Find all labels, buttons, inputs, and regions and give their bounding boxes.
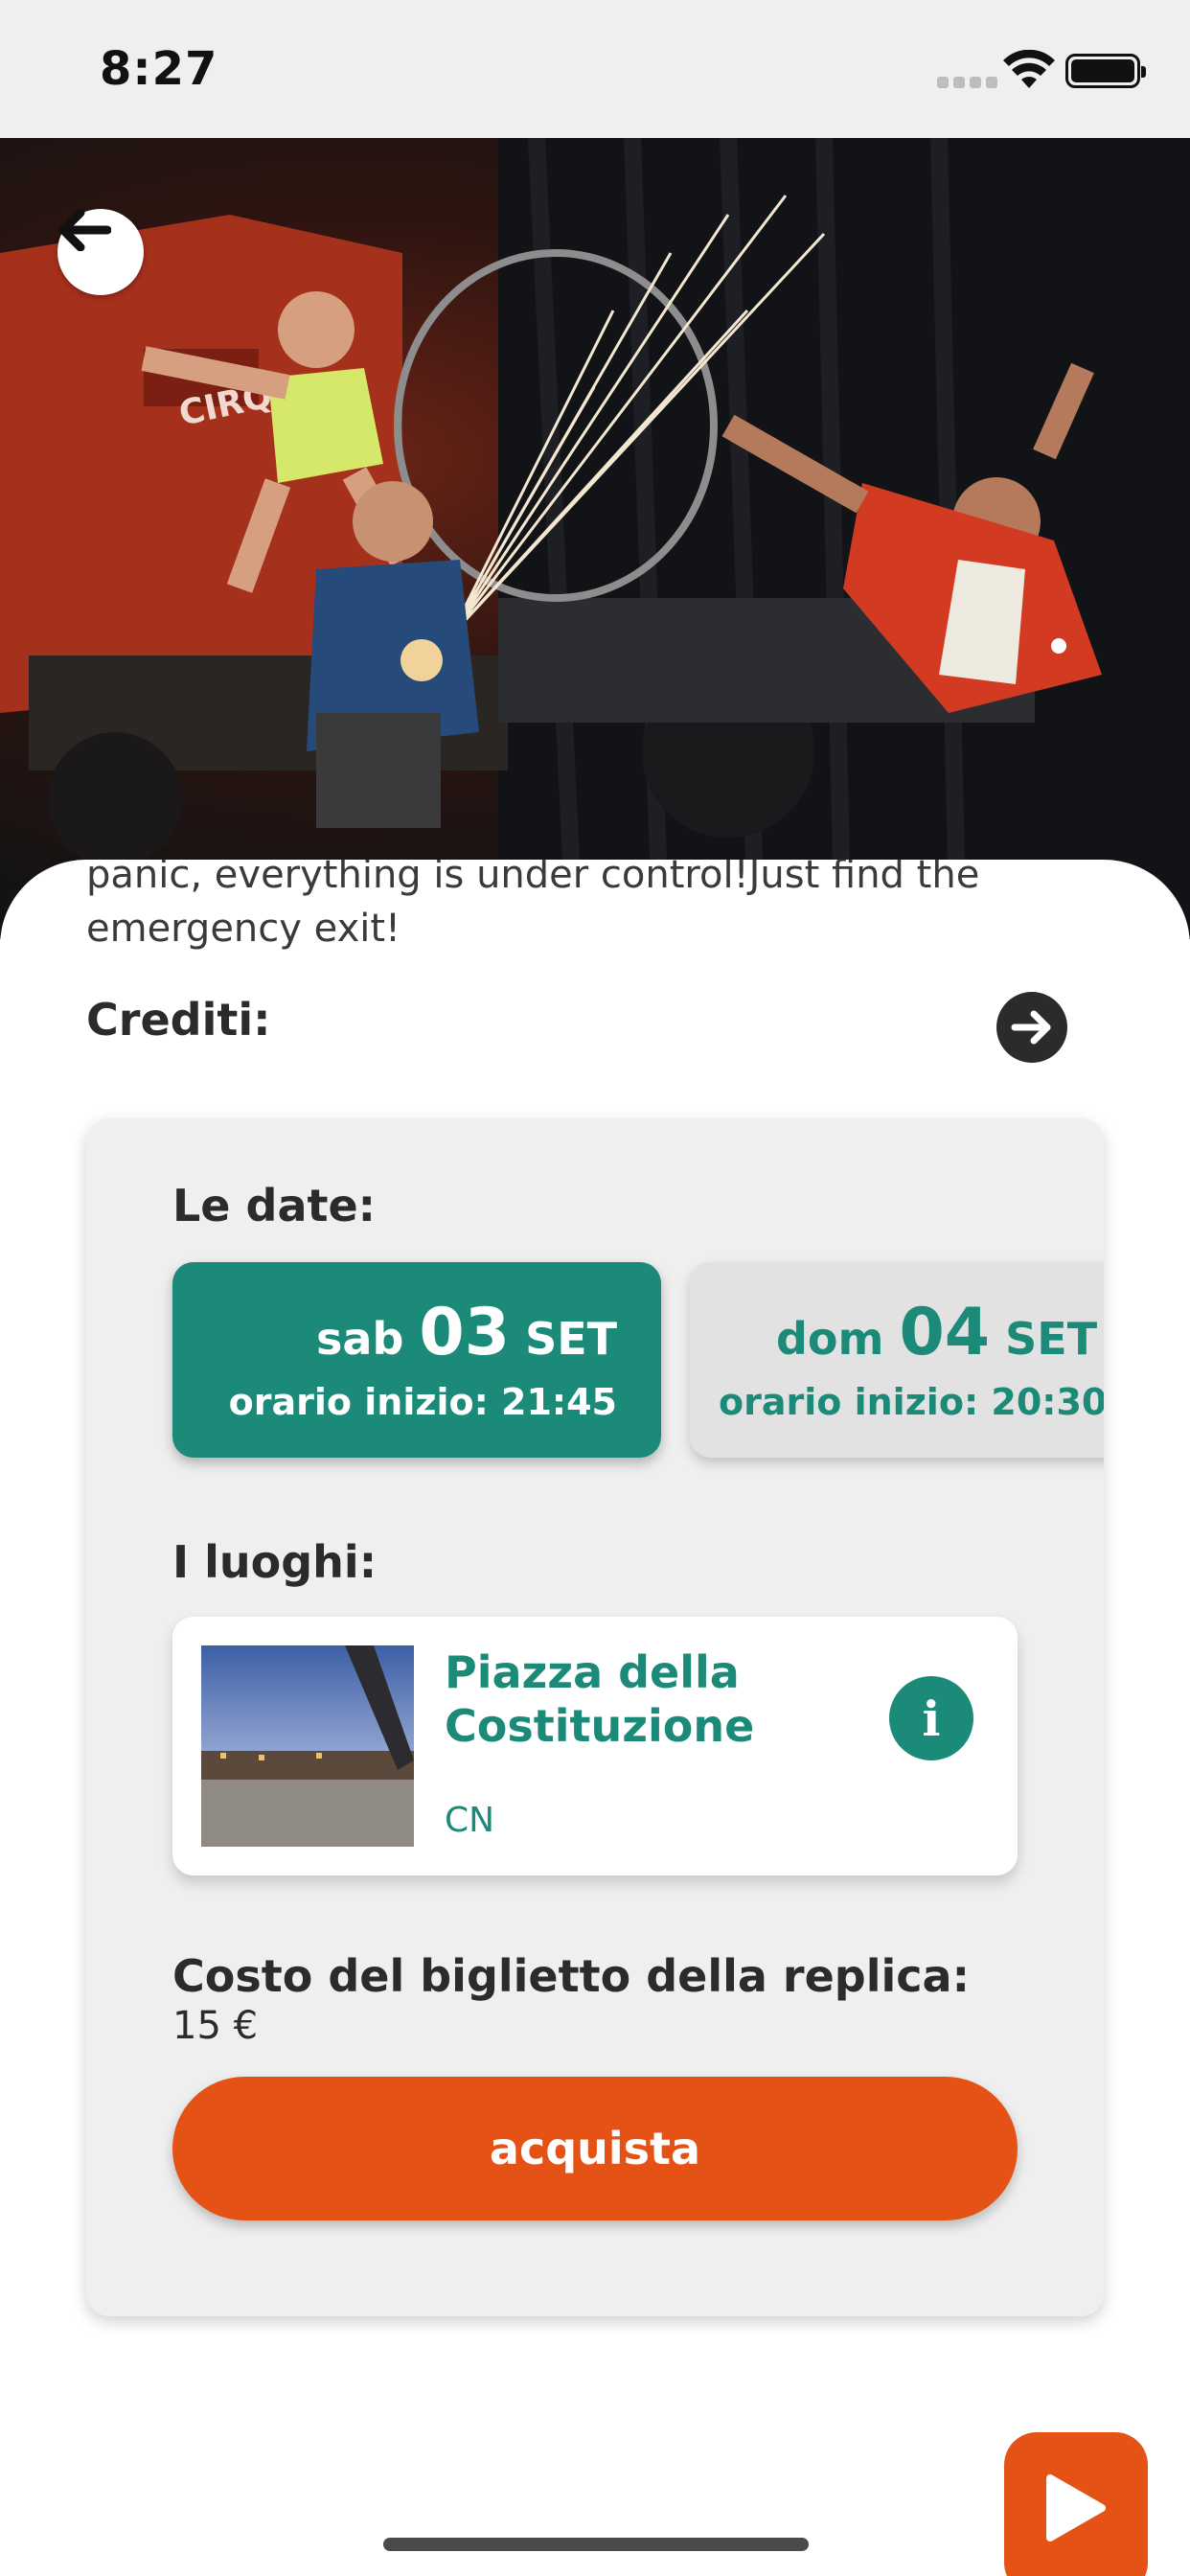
home-indicator bbox=[383, 2538, 809, 2551]
dates-label: Le date: bbox=[172, 1180, 377, 1231]
start-time: 20:30 bbox=[991, 1381, 1104, 1423]
date-month: SET bbox=[1005, 1313, 1098, 1365]
start-time-label: orario inizio: bbox=[719, 1381, 979, 1423]
battery-icon bbox=[1065, 54, 1146, 88]
buy-button[interactable]: acquista bbox=[172, 2077, 1018, 2220]
description-text: panic, everything is under control!Just … bbox=[86, 860, 980, 951]
hero-image: CIRQU bbox=[0, 138, 1190, 939]
arrow-right-icon bbox=[1011, 1010, 1051, 1045]
place-province: CN bbox=[445, 1801, 495, 1840]
back-button[interactable] bbox=[57, 209, 144, 295]
ticket-cost-label: Costo del biglietto della replica: bbox=[172, 1950, 970, 2002]
places-label: I luoghi: bbox=[172, 1536, 378, 1588]
place-card[interactable]: Piazza della Costituzione CN i bbox=[172, 1617, 1018, 1875]
start-time-label: orario inizio: bbox=[228, 1381, 489, 1423]
status-time: 8:27 bbox=[100, 42, 218, 96]
date-day: 03 bbox=[419, 1295, 511, 1370]
date-chip-selected[interactable]: sab 03 SET orario inizio: 21:45 bbox=[172, 1262, 661, 1458]
show-details-card: Le date: sab 03 SET orario inizio: 21:45… bbox=[86, 1118, 1104, 2316]
back-arrow-icon bbox=[58, 209, 111, 251]
date-month: SET bbox=[525, 1313, 617, 1365]
signal-icon bbox=[937, 77, 997, 88]
info-icon: i bbox=[922, 1690, 941, 1747]
status-bar: 8:27 bbox=[0, 0, 1190, 138]
date-chip[interactable]: dom 04 SET orario inizio: 20:30 bbox=[690, 1262, 1104, 1458]
play-icon bbox=[1046, 2474, 1106, 2542]
play-button[interactable] bbox=[1004, 2432, 1148, 2576]
ticket-price: 15 € bbox=[172, 2004, 259, 2048]
place-thumbnail bbox=[201, 1645, 414, 1847]
date-day: 04 bbox=[899, 1295, 991, 1370]
credits-label: Crediti: bbox=[86, 994, 271, 1046]
place-name: Piazza della Costituzione bbox=[445, 1646, 755, 1752]
date-weekday: sab bbox=[316, 1313, 404, 1365]
info-button[interactable]: i bbox=[889, 1676, 973, 1760]
credits-button[interactable] bbox=[996, 992, 1067, 1063]
date-weekday: dom bbox=[776, 1313, 884, 1365]
wifi-icon bbox=[1003, 50, 1055, 88]
content-sheet: panic, everything is under control!Just … bbox=[0, 860, 1190, 2576]
start-time: 21:45 bbox=[501, 1381, 617, 1423]
